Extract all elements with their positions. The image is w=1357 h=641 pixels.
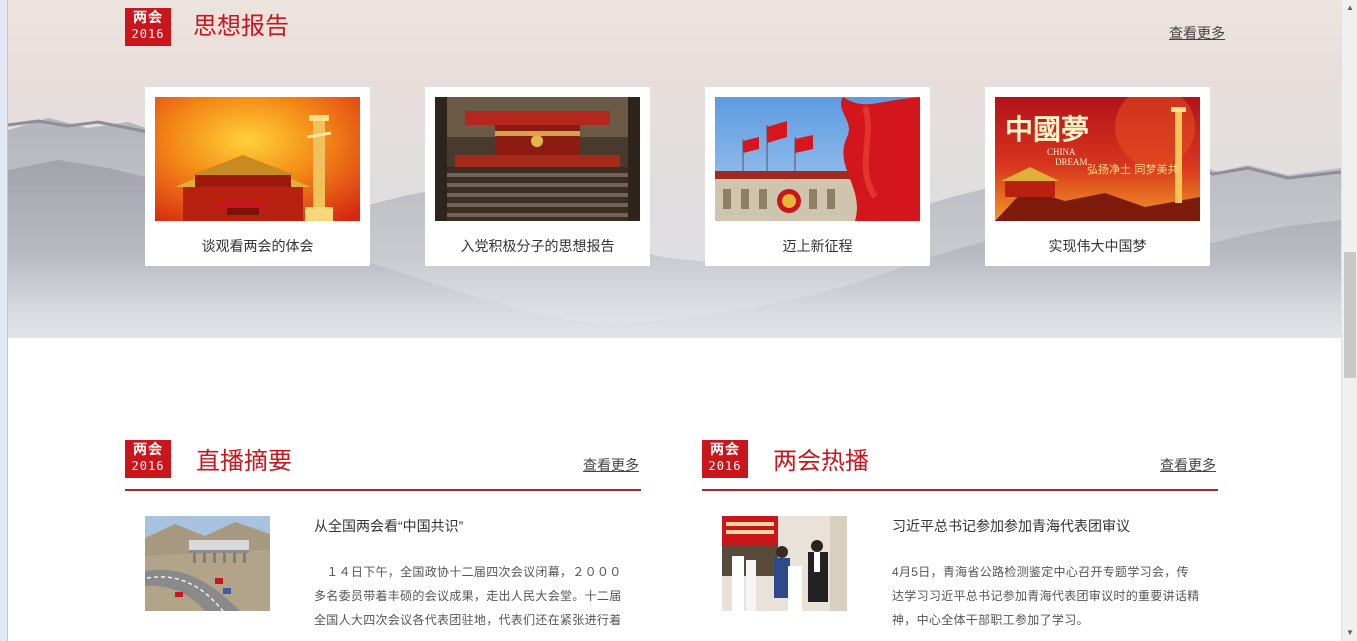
tiananmen-image [155,97,360,221]
lianghui-2016-logo: 两会 2016 [125,440,171,478]
hot-news-body-line: 4月5日，青海省公路检测鉴定中心召开专题学习会，传 [892,565,1189,579]
live-news-body: １４日下午，全国政协十二届四次会议闭幕，２０００ 多名委员带着丰硕的会议成果，走… [314,560,624,632]
vertical-scrollbar[interactable]: ▲ ▼ [1341,0,1357,641]
mist-overlay [8,258,1341,338]
great-hall-conference-image [435,97,640,221]
report-card-4-caption: 实现伟大中国梦 [1048,238,1147,254]
red-flags-image [715,97,920,221]
scroll-up-arrow-icon[interactable]: ▲ [1342,0,1357,16]
live-news-body-line: １４日下午，全国政协十二届四次会议闭幕，２０００ [314,565,622,579]
logo-text-line2: 2016 [131,27,165,41]
china-dream-image: 中國夢 CHINA DREAM 弘扬净土 同梦美共 [995,97,1200,221]
china-dream-english-2: DREAM [1055,157,1088,167]
thought-report-more-link[interactable]: 查看更多 [1169,24,1225,42]
report-card-2[interactable]: 入党积极分子的思想报告 [425,87,650,266]
logo-text-line1: 两会 [133,442,163,458]
report-card-1-caption: 谈观看两会的体会 [201,238,314,254]
lianghui-2016-logo: 两会 2016 [125,8,171,46]
scrollbar-thumb[interactable] [1344,252,1356,378]
logo-text-line2: 2016 [131,459,165,473]
live-summary-divider [125,489,641,491]
hot-broadcast-divider [702,489,1218,491]
china-dream-english-1: CHINA [1047,147,1076,157]
section-title-thought-report: 思想报告 [193,13,289,40]
logo-text-line1: 两会 [710,442,740,458]
china-dream-chinese-text: 中國夢 [1005,113,1089,146]
logo-text-line1: 两会 [133,10,163,26]
live-summary-more-link[interactable]: 查看更多 [583,456,639,474]
china-dream-slogan: 弘扬净土 同梦美共 [1087,162,1179,176]
scroll-down-arrow-icon[interactable]: ▼ [1342,625,1357,641]
logo-text-line2: 2016 [708,459,742,473]
hot-news-title[interactable]: 习近平总书记参加参加青海代表团审议 [892,516,1130,536]
lianghui-2016-logo: 两会 2016 [702,440,748,478]
report-card-2-caption: 入党积极分子的思想报告 [460,238,615,254]
section-title-hot-broadcast: 两会热播 [773,448,869,475]
report-card-3-caption: 迈上新征程 [782,238,853,254]
report-card-1[interactable]: 谈观看两会的体会 [145,87,370,266]
live-news-body-line: 多名委员带着丰硕的会议成果，走出人民大会堂。十二届 [314,589,622,603]
report-card-3[interactable]: 迈上新征程 [705,87,930,266]
hot-news-body-line: 神，中心全体干部职工参加了学习。 [892,613,1089,627]
highway-news-image[interactable] [145,516,270,611]
hot-news-body: 4月5日，青海省公路检测鉴定中心召开专题学习会，传 达学习习近平总书记参加青海代… [892,560,1202,632]
live-news-body-line: 全国人大四次会议各代表团驻地，代表们还在紧张进行着 [314,613,622,627]
qinghai-delegation-image[interactable] [722,516,847,611]
report-card-4[interactable]: 中國夢 CHINA DREAM 弘扬净土 同梦美共 实现伟大中国梦 [985,87,1210,266]
hot-broadcast-more-link[interactable]: 查看更多 [1160,456,1216,474]
hot-news-body-line: 达学习习近平总书记参加青海代表团审议时的重要讲话精 [892,589,1200,603]
window-frame-left [0,0,8,641]
section-title-live-summary: 直播摘要 [196,448,292,475]
live-news-title[interactable]: 从全国两会看“中国共识” [314,516,463,536]
